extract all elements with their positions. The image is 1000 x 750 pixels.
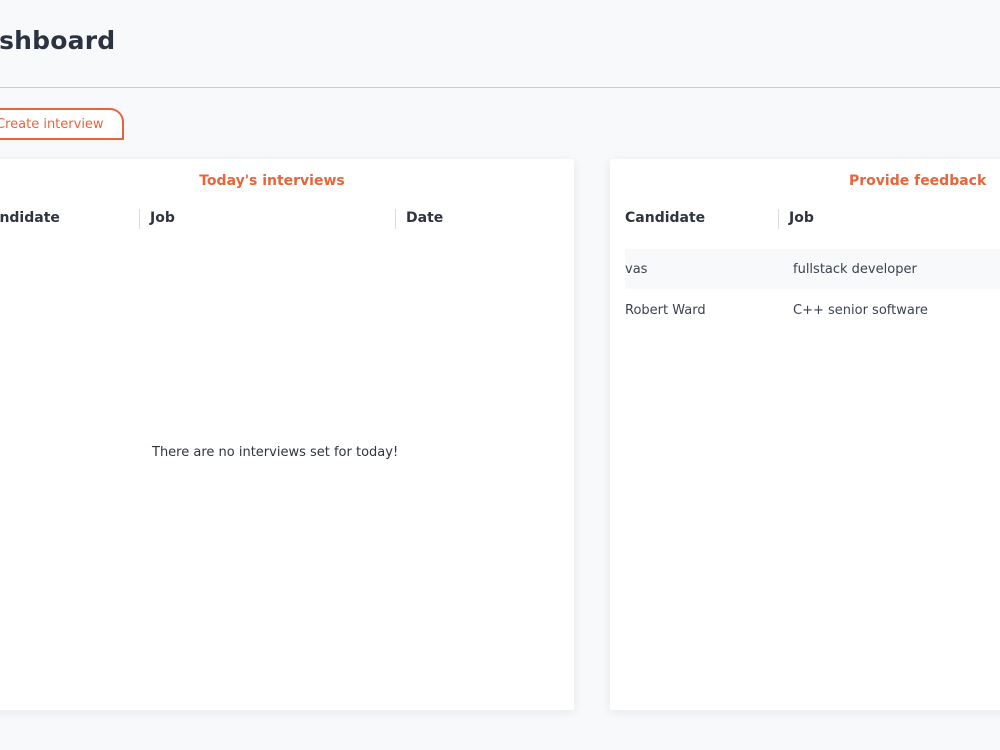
job-cell: C++ senior software xyxy=(793,302,928,318)
column-separator xyxy=(778,209,779,229)
job-cell: fullstack developer xyxy=(793,261,917,277)
provide-feedback-card: Provide feedback Candidate Job vas fulls… xyxy=(610,159,1000,710)
provide-feedback-title: Provide feedback xyxy=(849,173,987,189)
create-interview-button[interactable]: Create interview xyxy=(0,108,124,140)
empty-state-message: There are no interviews set for today! xyxy=(152,445,399,460)
column-header-date[interactable]: Date xyxy=(406,210,443,226)
column-header-job[interactable]: Job xyxy=(150,210,175,226)
column-header-candidate[interactable]: Candidate xyxy=(625,210,705,226)
column-separator xyxy=(395,209,396,229)
column-header-candidate[interactable]: andidate xyxy=(0,210,60,226)
table-row[interactable]: vas fullstack developer xyxy=(625,249,1000,289)
page-header: ashboard xyxy=(0,0,1000,88)
column-separator xyxy=(139,209,140,229)
table-row[interactable]: Robert Ward C++ senior software xyxy=(625,290,1000,330)
page-title: ashboard xyxy=(0,26,116,55)
todays-interviews-card: Today's interviews andidate Job Date The… xyxy=(0,159,574,710)
candidate-cell: Robert Ward xyxy=(625,302,706,318)
todays-interviews-title: Today's interviews xyxy=(199,173,345,189)
dashboard-page: ashboard Create interview Today's interv… xyxy=(0,0,1000,750)
column-header-job[interactable]: Job xyxy=(789,210,814,226)
candidate-cell: vas xyxy=(625,261,648,277)
